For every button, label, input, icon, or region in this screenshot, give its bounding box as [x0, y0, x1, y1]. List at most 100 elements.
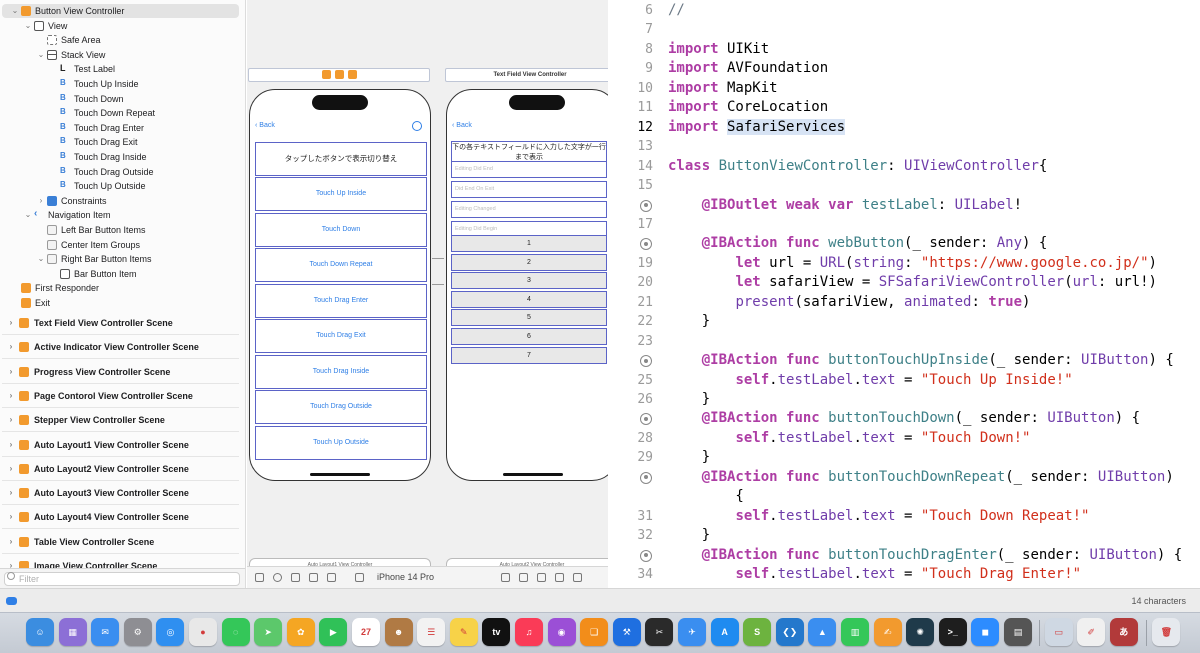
outline-scene-row[interactable]: › Auto Layout4 View Controller Scene — [2, 505, 239, 530]
disclosure-icon[interactable]: › — [6, 457, 16, 481]
notes-icon[interactable]: ✎ — [449, 618, 478, 646]
code-line[interactable]: 32 } — [609, 526, 1200, 546]
outlet-connection-icon[interactable] — [640, 238, 652, 251]
finder-icon[interactable]: ☺ — [26, 618, 54, 646]
orientation-icon[interactable] — [291, 573, 300, 582]
disclosure-icon[interactable]: › — [6, 408, 16, 432]
zoom-icon[interactable] — [501, 573, 510, 582]
mail-icon[interactable]: ✉ — [91, 618, 120, 646]
outlet-connection-icon[interactable] — [640, 413, 652, 426]
tree-navigation-item[interactable]: ⌄ ‹ Navigation Item — [2, 208, 239, 222]
music-icon[interactable]: ♫ — [515, 618, 543, 646]
code-line[interactable]: 25 self.testLabel.text = "Touch Up Insid… — [609, 371, 1200, 391]
text-field[interactable]: Editing Changed — [451, 201, 607, 218]
dictionary-icon[interactable]: あ — [1109, 618, 1138, 646]
align-icon[interactable] — [519, 573, 528, 582]
code-line[interactable]: @IBAction func buttonTouchDown(_ sender:… — [609, 409, 1200, 429]
outline-scene-row[interactable]: › Auto Layout1 View Controller Scene — [2, 433, 239, 457]
numbers-icon[interactable]: ▥ — [841, 618, 869, 646]
button-scene-dock[interactable] — [248, 68, 430, 82]
textfield-scene-title[interactable]: Text Field View Controller — [445, 68, 608, 82]
code-line[interactable]: 23 — [609, 332, 1200, 352]
disclosure-icon[interactable]: › — [6, 530, 16, 554]
stack-button[interactable]: Touch Drag Outside — [255, 390, 427, 424]
outlet-connection-icon[interactable] — [640, 471, 652, 484]
toggle-outline-icon[interactable] — [255, 573, 264, 582]
stack-button[interactable]: Touch Down Repeat — [255, 248, 427, 282]
code-line[interactable]: 22 } — [609, 312, 1200, 332]
code-line[interactable]: 34 self.testLabel.text = "Touch Drag Ent… — [609, 565, 1200, 585]
tree-touch-down[interactable]: B Touch Down — [2, 92, 239, 106]
safari-icon[interactable]: ◎ — [156, 618, 185, 646]
code-line[interactable]: @IBAction func webButton(_ sender: Any) … — [609, 234, 1200, 254]
facetime-icon[interactable]: ▶ — [319, 618, 348, 646]
add-constraints-icon[interactable] — [537, 573, 546, 582]
outline-scene-row[interactable]: › Auto Layout2 View Controller Scene — [2, 457, 239, 481]
back-button[interactable]: ‹ Back — [255, 122, 275, 129]
code-line[interactable]: 26 } — [609, 390, 1200, 410]
zoom-icon[interactable]: ◼ — [971, 618, 1000, 646]
outline-scene-row[interactable]: › Stepper View Controller Scene — [2, 408, 239, 433]
text-field[interactable]: Did End On Exit — [451, 181, 607, 198]
code-line[interactable]: 20 let safariView = SFSafariViewControll… — [609, 273, 1200, 293]
outline-scene-row[interactable]: › Progress View Controller Scene — [2, 360, 239, 384]
stack-button[interactable]: Touch Down — [255, 212, 427, 247]
disclosure-icon[interactable]: › — [6, 505, 16, 529]
code-line[interactable]: 31 self.testLabel.text = "Touch Down Rep… — [609, 507, 1200, 527]
code-line[interactable]: 12 import SafariServices — [609, 118, 1200, 138]
tree-touch-drag-outside[interactable]: B Touch Drag Outside — [2, 165, 239, 179]
messages-icon[interactable]: ◌ — [221, 618, 250, 646]
podcasts-icon[interactable]: ◉ — [547, 618, 576, 646]
disclosure-icon[interactable]: › — [6, 433, 16, 457]
tree-touch-up-outside[interactable]: B Touch Up Outside — [2, 179, 239, 193]
code-line[interactable]: 8 import UIKit — [609, 40, 1200, 60]
tree-safe-area[interactable]: Safe Area — [2, 33, 239, 47]
outlet-connection-icon[interactable] — [640, 549, 652, 562]
tree-right-bar-button-items[interactable]: ⌄ Right Bar Button Items — [2, 252, 239, 266]
chrome-icon[interactable]: ● — [189, 618, 217, 646]
code-line[interactable]: 29 } — [609, 448, 1200, 468]
back-button[interactable]: ‹ Back — [452, 122, 472, 129]
disclosure-icon[interactable]: ⌄ — [10, 4, 20, 18]
disclosure-icon[interactable]: › — [6, 360, 16, 384]
tree-constraints[interactable]: › Constraints — [2, 194, 239, 208]
outlet-connection-icon[interactable] — [640, 199, 652, 212]
photos-icon[interactable]: ✿ — [286, 618, 315, 646]
button-view-controller-phone[interactable]: ‹ Back タップしたボタンで表示切り替え Touch Up Inside Tou… — [249, 89, 431, 481]
disclosure-icon[interactable]: › — [36, 194, 46, 208]
code-line[interactable]: 10 import MapKit — [609, 79, 1200, 99]
system-settings-icon[interactable]: ⚙ — [123, 618, 152, 646]
debug-area-toggle-icon[interactable] — [6, 597, 17, 605]
disclosure-icon[interactable]: ⌄ — [36, 252, 46, 266]
app-store-icon[interactable]: A — [710, 618, 739, 646]
code-line[interactable]: 9 import AVFoundation — [609, 59, 1200, 79]
xcode-icon[interactable]: ⚒ — [612, 618, 641, 646]
instruments-icon[interactable]: ✂ — [645, 618, 674, 646]
outline-scene-row[interactable]: › Active Indicator View Controller Scene — [2, 335, 239, 360]
resolve-issues-icon[interactable] — [555, 573, 564, 582]
tree-stack-view[interactable]: ⌄ Stack View — [2, 48, 239, 62]
code-line[interactable]: 6 // — [609, 1, 1200, 21]
stack-button[interactable]: Touch Drag Exit — [255, 319, 427, 353]
code-line[interactable]: @IBAction func buttonTouchUpInside(_ sen… — [609, 351, 1200, 371]
storyboard-canvas[interactable]: Text Field View Controller ‹ Back タップしたボ… — [247, 0, 608, 588]
apple-tv-icon[interactable]: tv — [482, 618, 511, 646]
tree-bar-button-item[interactable]: Bar Button Item — [2, 267, 239, 281]
device-selector[interactable]: iPhone 14 Pro — [377, 572, 434, 582]
books-icon[interactable]: ❑ — [580, 618, 609, 646]
outline-scene-row[interactable]: › Page Contorol View Controller Scene — [2, 384, 239, 408]
filter-input[interactable]: Filter — [4, 572, 240, 586]
code-editor[interactable]: 6 // 7 8 import UIKit 9 import AVFoundation 10 i… — [609, 0, 1200, 588]
keynote-icon[interactable]: ▲ — [808, 618, 837, 646]
tree-center-item-groups[interactable]: Center Item Groups — [2, 238, 239, 252]
code-line[interactable]: { — [609, 487, 1200, 507]
terminal-icon[interactable]: >_ — [938, 618, 967, 646]
disclosure-icon[interactable]: ⌄ — [23, 19, 33, 33]
stack-button[interactable]: Touch Up Inside — [255, 177, 427, 211]
disclosure-icon[interactable]: › — [6, 481, 16, 505]
embed-icon[interactable] — [573, 573, 582, 582]
calculator-icon[interactable]: ▤ — [1004, 618, 1032, 646]
code-line[interactable]: 28 self.testLabel.text = "Touch Down!" — [609, 429, 1200, 449]
disclosure-icon[interactable]: › — [6, 384, 16, 408]
disclosure-icon[interactable]: › — [6, 311, 16, 335]
